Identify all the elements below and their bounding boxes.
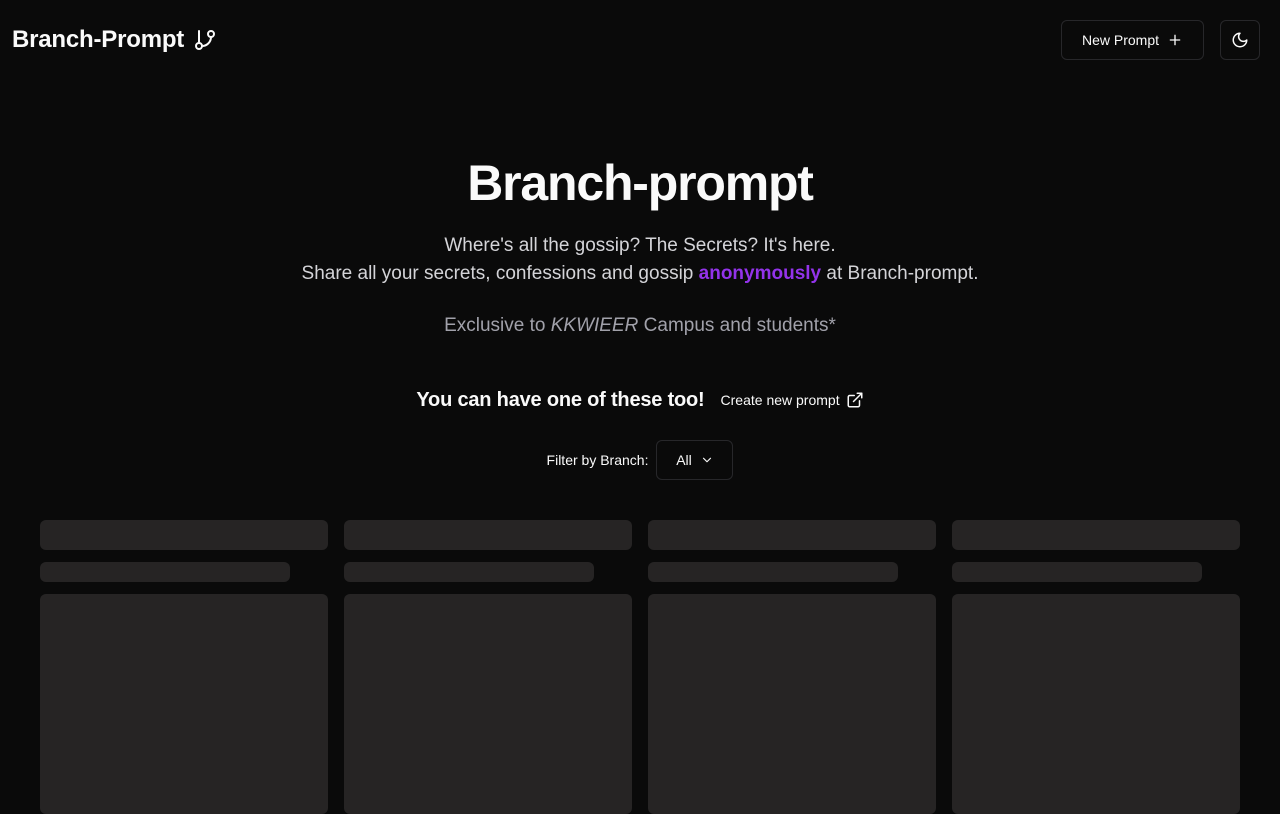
filter-label: Filter by Branch: <box>546 452 649 468</box>
cta-text: You can have one of these too! <box>416 388 705 411</box>
skeleton-subtitle <box>40 562 290 582</box>
chevron-down-icon <box>702 457 711 463</box>
anonymously-highlight: anonymously <box>698 263 822 284</box>
branch-filter-select[interactable]: All <box>656 440 734 480</box>
exclusive-note-end: Campus and students* <box>638 315 836 336</box>
skeleton-body <box>648 594 936 814</box>
hero-description: Share all your secrets, confessions and … <box>0 260 1280 288</box>
external-link-icon <box>847 392 863 408</box>
skeleton-subtitle <box>648 562 898 582</box>
skeleton-body <box>40 594 328 814</box>
page-title: Branch-prompt <box>467 155 814 211</box>
moon-icon <box>1232 32 1248 48</box>
exclusive-note-start: Exclusive to <box>444 315 551 336</box>
create-new-prompt-label: Create new prompt <box>720 392 840 408</box>
brand-title: Branch-Prompt <box>12 26 185 53</box>
create-new-prompt-link[interactable]: Create new prompt <box>721 391 864 409</box>
hero-description-end: at Branch-prompt. <box>821 263 979 284</box>
campus-name: KKWIEER <box>550 315 639 336</box>
theme-toggle-button[interactable] <box>1220 20 1260 60</box>
new-prompt-label: New Prompt <box>1081 32 1160 48</box>
skeleton-body <box>344 594 632 814</box>
skeleton-title <box>952 520 1240 550</box>
skeleton-subtitle <box>344 562 594 582</box>
skeleton-title <box>40 520 328 550</box>
plus-icon <box>1169 34 1181 46</box>
new-prompt-button[interactable]: New Prompt <box>1061 20 1204 60</box>
branch-filter-value: All <box>676 452 692 468</box>
exclusive-note: Exclusive to KKWIEER Campus and students… <box>0 312 1280 340</box>
filter-row: Filter by Branch: All <box>0 440 1280 480</box>
skeleton-title <box>344 520 632 550</box>
hero-tagline: Where's all the gossip? The Secrets? It'… <box>444 235 836 256</box>
header: Branch-Prompt New Prompt <box>0 0 1280 80</box>
skeleton-title <box>648 520 936 550</box>
hero-description-start: Share all your secrets, confessions and … <box>301 263 699 284</box>
skeleton-subtitle <box>952 562 1202 582</box>
git-branch-icon <box>195 30 216 50</box>
cta-row: You can have one of these too! Create ne… <box>0 384 1280 416</box>
skeleton-body <box>952 594 1240 814</box>
brand[interactable]: Branch-Prompt <box>12 22 217 58</box>
